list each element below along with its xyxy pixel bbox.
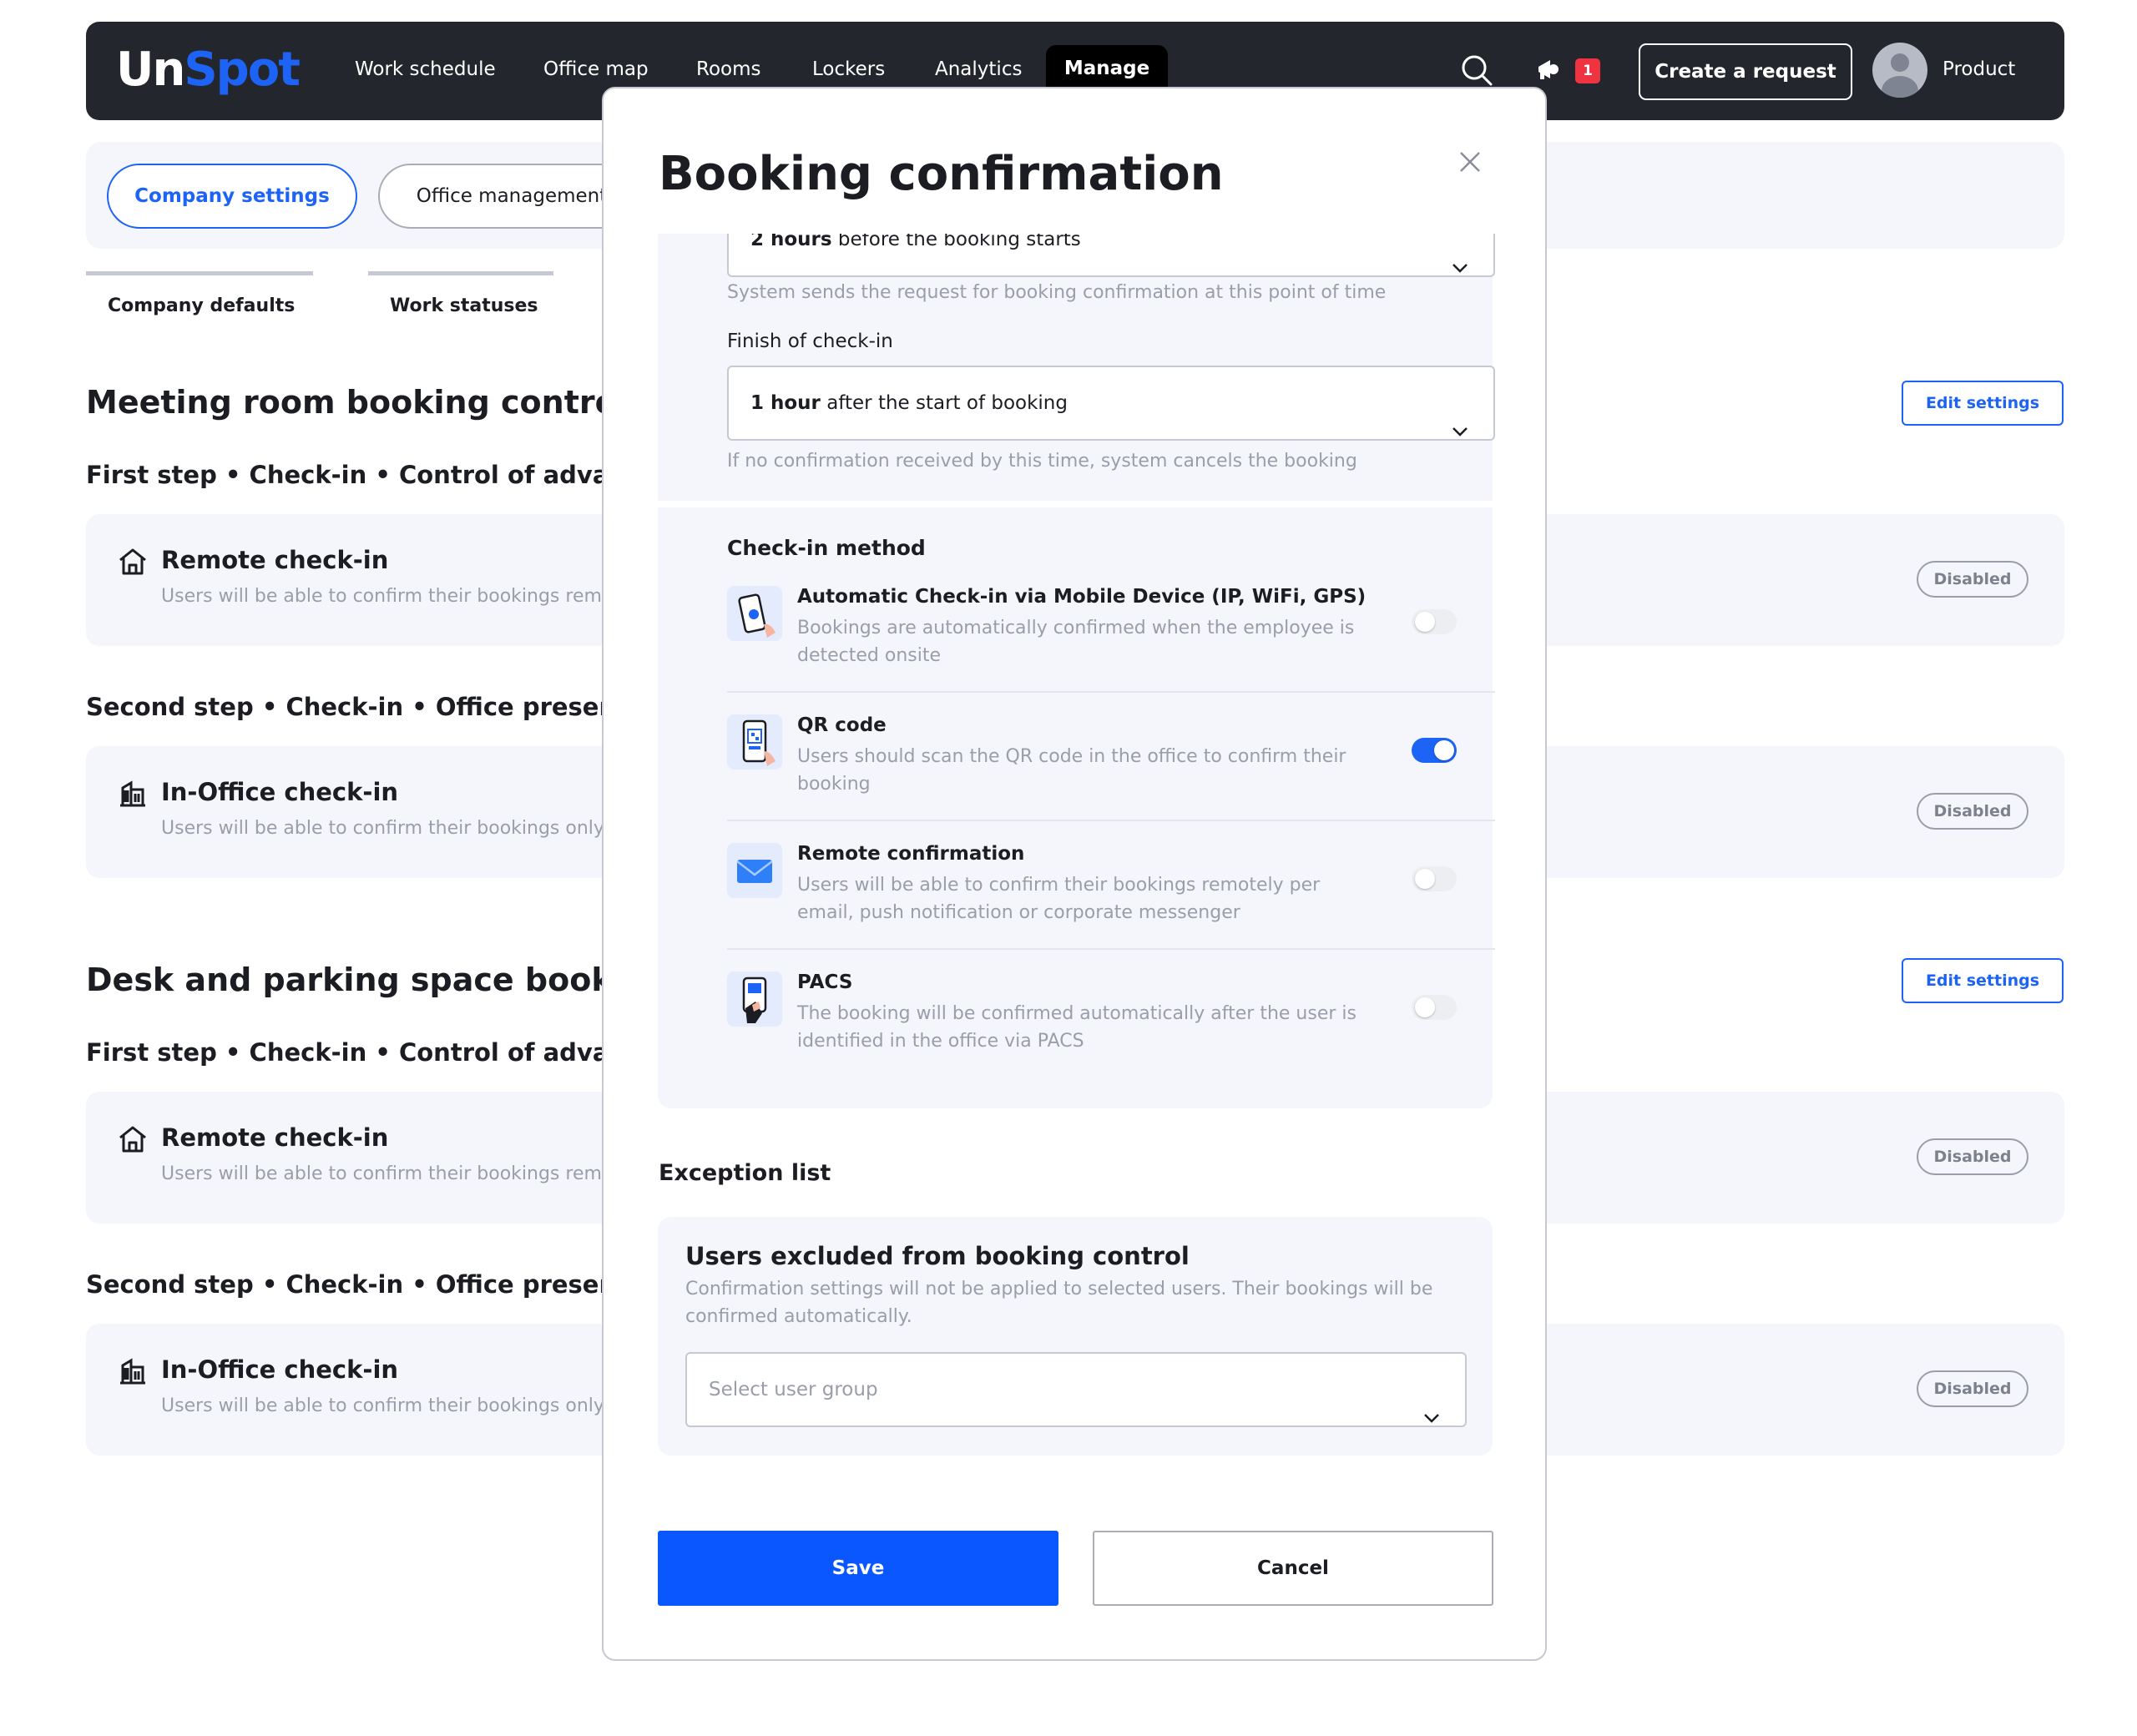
- edit-settings-button[interactable]: Edit settings: [1902, 958, 2064, 1003]
- save-button[interactable]: Save: [658, 1531, 1058, 1606]
- modal-header: Booking confirmation: [604, 88, 1545, 234]
- access-card-icon: [727, 971, 782, 1027]
- nav-work-schedule[interactable]: Work schedule: [355, 55, 496, 83]
- method-description: The booking will be confirmed automatica…: [797, 1003, 1356, 1052]
- mobile-location-icon: [727, 586, 782, 641]
- divider: [727, 820, 1495, 821]
- card-description: Users will be able to confirm their book…: [161, 586, 620, 607]
- automatic-checkin-toggle[interactable]: [1412, 609, 1457, 634]
- divider: [727, 948, 1495, 950]
- status-badge: Disabled: [1917, 793, 2028, 830]
- method-title: Automatic Check-in via Mobile Device (IP…: [797, 586, 1367, 608]
- notification-badge: 1: [1575, 58, 1600, 83]
- status-badge: Disabled: [1917, 1370, 2028, 1407]
- logo-text-un: Un: [116, 43, 185, 97]
- exception-description: Confirmation settings will not be applie…: [685, 1279, 1433, 1327]
- method-description: Bookings are automatically confirmed whe…: [797, 618, 1355, 666]
- create-request-button[interactable]: Create a request: [1639, 43, 1852, 100]
- qr-code-icon: [727, 714, 782, 770]
- card-description: Users will be able to confirm their book…: [161, 1163, 620, 1184]
- avatar[interactable]: [1872, 43, 1927, 98]
- nav-rooms[interactable]: Rooms: [696, 55, 760, 83]
- step-heading: Second step • Check-in • Office presence…: [86, 693, 687, 721]
- subtab-work-statuses[interactable]: Work statuses: [368, 271, 553, 316]
- card-description: Users will be able to confirm their book…: [161, 818, 627, 839]
- user-group-select[interactable]: Select user group: [685, 1352, 1467, 1427]
- qr-code-toggle[interactable]: [1412, 738, 1457, 763]
- finish-of-checkin-label: Finish of check-in: [727, 331, 893, 352]
- select-value-bold: 1 hour: [750, 392, 821, 414]
- card-title: Remote check-in: [161, 1123, 389, 1152]
- card-title: In-Office check-in: [161, 778, 399, 806]
- method-description: Users will be able to confirm their book…: [797, 875, 1321, 923]
- method-description: Users should scan the QR code in the off…: [797, 746, 1346, 795]
- search-icon[interactable]: [1460, 53, 1493, 90]
- step-heading: Second step • Check-in • Office presence…: [86, 1270, 687, 1299]
- section-title-desk-parking: Desk and parking space booking: [86, 961, 669, 998]
- chevron-down-icon: [1452, 396, 1468, 467]
- nav-analytics[interactable]: Analytics: [935, 55, 1022, 83]
- building-icon: [118, 780, 148, 811]
- finish-hint: If no confirmation received by this time…: [727, 451, 1357, 472]
- logo-text-spot: Spot: [184, 43, 301, 97]
- unspot-logo[interactable]: UnSpot: [116, 38, 301, 102]
- select-value: after the start of booking: [820, 392, 1068, 414]
- card-description: Users will be able to confirm their book…: [161, 1395, 627, 1416]
- home-icon: [118, 1125, 148, 1157]
- pacs-toggle[interactable]: [1412, 995, 1457, 1020]
- close-icon[interactable]: [1458, 150, 1482, 177]
- card-title: Remote check-in: [161, 546, 389, 574]
- cancel-button[interactable]: Cancel: [1093, 1531, 1493, 1606]
- remote-confirmation-toggle[interactable]: [1412, 866, 1457, 891]
- method-title: PACS: [797, 971, 853, 993]
- tab-company-settings[interactable]: Company settings: [107, 164, 357, 229]
- chevron-down-icon: [1423, 1382, 1440, 1454]
- chevron-down-icon: [1452, 232, 1468, 304]
- envelope-icon: [727, 843, 782, 898]
- finish-of-checkin-select[interactable]: 1 hour after the start of booking: [727, 366, 1495, 441]
- status-badge: Disabled: [1917, 561, 2028, 598]
- exception-list-heading: Exception list: [659, 1160, 831, 1186]
- modal-title: Booking confirmation: [659, 147, 1224, 201]
- exception-title: Users excluded from booking control: [685, 1242, 1190, 1270]
- section-title-meeting-room: Meeting room booking control: [86, 384, 628, 421]
- divider: [727, 691, 1495, 693]
- checkin-method-heading: Check-in method: [727, 536, 926, 560]
- subtab-company-defaults[interactable]: Company defaults: [86, 271, 313, 316]
- method-title: QR code: [797, 714, 887, 736]
- booking-confirmation-modal: 2 hours before the booking starts Bookin…: [602, 87, 1547, 1661]
- status-badge: Disabled: [1917, 1138, 2028, 1175]
- edit-settings-button[interactable]: Edit settings: [1902, 381, 2064, 426]
- method-title: Remote confirmation: [797, 843, 1025, 865]
- megaphone-icon[interactable]: [1533, 55, 1562, 87]
- user-name[interactable]: Product: [1942, 55, 2015, 83]
- select-placeholder: Select user group: [709, 1379, 878, 1400]
- nav-lockers[interactable]: Lockers: [812, 55, 885, 83]
- card-title: In-Office check-in: [161, 1355, 399, 1384]
- home-icon: [118, 548, 148, 579]
- building-icon: [118, 1357, 148, 1389]
- start-hint: System sends the request for booking con…: [727, 282, 1387, 303]
- nav-office-map[interactable]: Office map: [543, 55, 649, 83]
